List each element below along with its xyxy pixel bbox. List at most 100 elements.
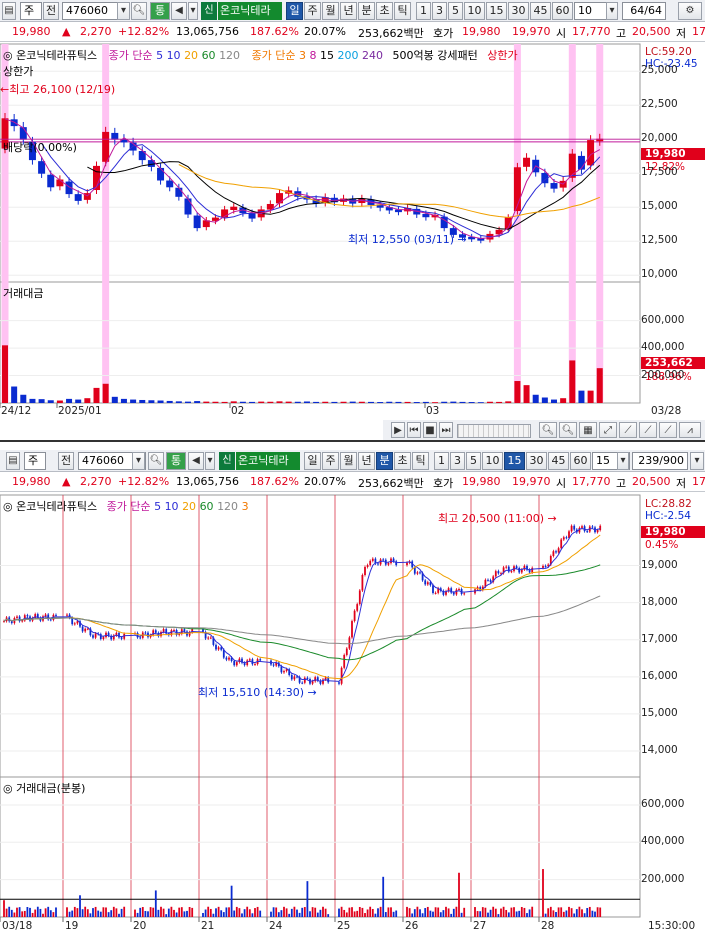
interval-tab-60[interactable]: 60 [570,452,591,470]
interval-tab-45[interactable]: 45 [530,2,551,20]
period-tab-2[interactable]: 주 [304,2,321,20]
volume-bar [514,381,521,403]
fib-icon[interactable]: ⩘ [679,422,701,438]
last-time: 15:30:00 [648,920,696,932]
stop-icon[interactable]: ■ [423,422,437,438]
period-tab-4[interactable]: 년 [358,452,375,470]
volume-bar [345,912,348,917]
interval-tab-5[interactable]: 5 [448,2,463,20]
legend-ma-8: 8 [309,49,317,62]
step-back-icon[interactable]: ⏮ [407,422,421,438]
y-tick-label: 16,000 [641,669,678,682]
candle-body [272,664,275,666]
line-icon[interactable]: ⟋ [619,422,637,438]
candle-body [47,174,55,188]
interval-tab-1[interactable]: 1 [434,452,449,470]
period-tab-3[interactable]: 월 [322,2,339,20]
interval-tab-60[interactable]: 60 [552,2,573,20]
period-tab-7[interactable]: 틱 [394,2,411,20]
volume-bar [502,906,505,917]
period-tab-5[interactable]: 분 [358,2,375,20]
interval-tab-45[interactable]: 45 [548,452,569,470]
volume-bar [221,401,228,403]
volume-bar [528,909,531,917]
volume-bar [356,910,359,917]
zoom-in-icon[interactable]: 🔍︎ [539,422,557,438]
period-tab-2[interactable]: 주 [322,452,339,470]
price-tag: 19,980 [641,526,705,538]
volume-bar [353,911,356,917]
volume-bar [66,907,68,917]
period-tab-1[interactable]: 일 [304,452,321,470]
period-tab-4[interactable]: 년 [340,2,357,20]
volume-bar [596,368,603,403]
interval-tab-30[interactable]: 30 [508,2,529,20]
play-icon[interactable]: ▶ [391,422,405,438]
candle-body [577,155,585,170]
volume-bar [203,401,210,403]
volume-bar [36,906,39,917]
volume-bar [56,400,63,403]
legend-stock-name: 온코닉테라퓨틱스 [16,49,98,62]
candle-body [338,682,340,684]
volume-bar [167,908,170,917]
interval-tab-3[interactable]: 3 [450,452,465,470]
interval-tab-1[interactable]: 1 [416,2,431,20]
legend-ma-200: 200 [337,49,359,62]
volume-bar [565,910,568,917]
date-label: 03/18 [2,920,33,932]
y-tick-label: 17,000 [641,632,678,645]
volume-bar [112,906,115,917]
legend-ma-60: 60 [201,49,216,62]
volume-bar [434,907,437,917]
period-tab-5[interactable]: 분 [376,452,393,470]
last-date: 03/28 [651,405,682,417]
volume-bar [111,396,118,403]
grid-icon[interactable]: ▦ [579,422,597,438]
candle-body [581,526,583,528]
candle-body [587,140,595,166]
interval-tab-15[interactable]: 15 [504,452,525,470]
period-tab-1[interactable]: 일 [286,2,303,20]
period-tab-6[interactable]: 초 [376,2,393,20]
interval-tab-5[interactable]: 5 [466,452,481,470]
legend-ma-label: 종가 단순 [106,500,151,513]
candle-body [173,629,175,631]
candle-body [560,539,563,549]
period-tab-7[interactable]: 틱 [412,452,429,470]
line-icon[interactable]: ⟋ [659,422,677,438]
zoom-slider[interactable] [457,424,531,438]
legend-pattern: 500억봉 강세패턴 [392,49,478,62]
candle-body [586,531,589,533]
y-tick-label: 25,000 [641,64,678,77]
interval-tab-3[interactable]: 3 [432,2,447,20]
candle-body [16,616,18,618]
candle-body [369,560,372,566]
legend-ma-60: 60 [199,500,214,513]
volume-bar [552,910,555,917]
date-label: 19 [65,920,79,932]
period-tab-3[interactable]: 월 [340,452,357,470]
line-icon[interactable]: ⟋ [639,422,657,438]
candle-body [202,220,210,228]
candle-body [21,620,24,622]
volume-bar [13,912,16,917]
legend-ma-3: 3 [299,49,307,62]
step-forward-icon[interactable]: ⏭ [439,422,453,438]
volume-bar [235,906,238,917]
period-tab-6[interactable]: 초 [394,452,411,470]
interval-tab-30[interactable]: 30 [526,452,547,470]
scroll-controls: ▶ ⏮ ■ ⏭ 🔍︎ 🔍︎ ▦ ⤢ ⟋ ⟋ ⟋ ⩘ [383,420,705,440]
candle-body [570,525,573,532]
volume-bar [160,906,162,917]
volume-bar [575,909,578,917]
volume-bar [581,909,583,917]
interval-tab-10[interactable]: 10 [482,452,503,470]
volume-bar [340,906,343,917]
volume-bar [459,401,466,403]
zoom-out-icon[interactable]: 🔍︎ [559,422,577,438]
interval-tab-10[interactable]: 10 [464,2,485,20]
volume-bar [489,909,492,917]
interval-tab-15[interactable]: 15 [486,2,507,20]
trend-icon[interactable]: ⤢ [599,422,617,438]
